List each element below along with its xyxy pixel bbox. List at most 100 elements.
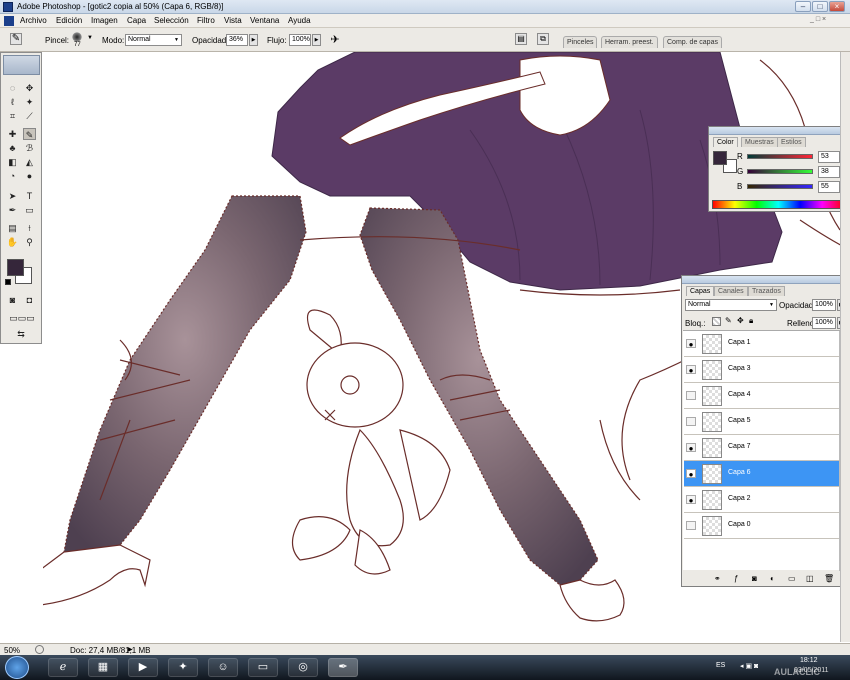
color-fg-swatch[interactable] xyxy=(713,151,727,165)
opacity-slider-button[interactable]: ▶ xyxy=(249,34,258,46)
layer-thumbnail[interactable] xyxy=(702,360,722,380)
type-tool-icon[interactable]: T xyxy=(23,190,36,202)
menu-edicion[interactable]: Edición xyxy=(56,16,82,25)
minimize-button[interactable]: – xyxy=(795,1,811,12)
r-input[interactable]: 53 xyxy=(818,151,840,163)
layer-visibility-eye-icon[interactable] xyxy=(686,521,696,530)
tab-pinceles[interactable]: Pinceles xyxy=(563,36,598,48)
layer-row[interactable]: ● Capa 1 xyxy=(684,331,839,357)
tab-trazados[interactable]: Trazados xyxy=(748,286,785,296)
menu-archivo[interactable]: Archivo xyxy=(20,16,47,25)
flow-input[interactable]: 100% xyxy=(289,34,311,46)
language-indicator[interactable]: ES xyxy=(716,662,725,669)
layer-row[interactable]: ● Capa 7 xyxy=(684,435,839,461)
eraser-tool-icon[interactable]: ◧ xyxy=(6,156,19,168)
r-slider[interactable] xyxy=(747,154,813,159)
new-group-icon[interactable]: ▭ xyxy=(788,574,796,583)
foreground-color-swatch[interactable] xyxy=(7,259,24,276)
pen-tool-icon[interactable]: ✒ xyxy=(6,204,19,216)
adjustment-layer-icon[interactable]: ◐ xyxy=(770,574,775,583)
status-arrow-icon[interactable] xyxy=(35,645,44,654)
lock-position-icon[interactable]: ✥ xyxy=(737,316,744,325)
start-button-icon[interactable] xyxy=(5,656,29,679)
layer-row[interactable]: Capa 4 xyxy=(684,383,839,409)
menu-filtro[interactable]: Filtro xyxy=(197,16,215,25)
g-slider[interactable] xyxy=(747,169,813,174)
tab-capas[interactable]: Capas xyxy=(686,286,715,296)
menu-imagen[interactable]: Imagen xyxy=(91,16,118,25)
lasso-tool-icon[interactable]: ℓ xyxy=(6,96,19,108)
b-slider[interactable] xyxy=(747,184,813,189)
hand-tool-icon[interactable]: ✋ xyxy=(6,236,19,248)
close-button[interactable]: × xyxy=(829,1,845,12)
clock-time[interactable]: 18:12 xyxy=(800,657,818,664)
layer-opacity-input[interactable]: 100% xyxy=(812,299,836,311)
crop-tool-icon[interactable]: ⌗ xyxy=(6,110,19,122)
layer-thumbnail[interactable] xyxy=(702,516,722,536)
flow-slider-button[interactable]: ▶ xyxy=(312,34,321,46)
g-input[interactable]: 38 xyxy=(818,166,840,178)
layer-thumbnail[interactable] xyxy=(702,438,722,458)
lock-transparency-icon[interactable] xyxy=(712,317,721,326)
palette-well-icon[interactable]: ⧉ xyxy=(537,33,549,45)
new-layer-icon[interactable]: ◫ xyxy=(806,574,814,583)
blur-tool-icon[interactable]: ◔ xyxy=(6,170,19,182)
status-menu-icon[interactable]: ▶ xyxy=(128,646,133,653)
tab-estilos[interactable]: Estilos xyxy=(777,137,806,147)
menu-seleccion[interactable]: Selección xyxy=(154,16,189,25)
document-icon[interactable] xyxy=(4,16,14,26)
eyedropper-icon[interactable]: ⟊ xyxy=(23,222,36,234)
messenger-icon[interactable]: ☺ xyxy=(208,658,238,677)
magic-wand-icon[interactable]: ✦ xyxy=(23,96,36,108)
layer-thumbnail[interactable] xyxy=(702,412,722,432)
paint-bucket-icon[interactable]: ◭ xyxy=(23,156,36,168)
brush-tool-preset-icon[interactable]: ✎ xyxy=(10,33,22,45)
shape-tool-icon[interactable]: ▭ xyxy=(23,204,36,216)
layer-visibility-eye-icon[interactable] xyxy=(686,417,696,426)
layer-visibility-eye-icon[interactable]: ● xyxy=(686,495,696,505)
tab-color[interactable]: Color xyxy=(713,137,738,147)
vertical-scrollbar[interactable] xyxy=(840,52,850,642)
layer-visibility-eye-icon[interactable]: ● xyxy=(686,469,696,479)
layer-thumbnail[interactable] xyxy=(702,334,722,354)
feather-app-icon[interactable]: ✒ xyxy=(328,658,358,677)
delete-layer-icon[interactable]: 🗑︎ xyxy=(824,574,834,583)
layer-visibility-eye-icon[interactable]: ● xyxy=(686,443,696,453)
internet-explorer-icon[interactable]: ℯ xyxy=(48,658,78,677)
move-tool-icon[interactable]: ✥ xyxy=(23,82,36,94)
slice-tool-icon[interactable]: ⟋ xyxy=(23,110,36,122)
media-player-icon[interactable]: ▶ xyxy=(128,658,158,677)
notes-tool-icon[interactable]: ▤ xyxy=(6,222,19,234)
photoshop-taskbar-icon[interactable]: ✦ xyxy=(168,658,198,677)
marquee-tool-icon[interactable]: ◌ xyxy=(6,82,19,94)
layer-row[interactable]: Capa 0 xyxy=(684,513,839,539)
layer-mask-icon[interactable]: ◙ xyxy=(752,574,757,583)
chevron-down-icon[interactable]: ▼ xyxy=(87,35,93,41)
chrome-icon[interactable]: ◎ xyxy=(288,658,318,677)
doc-window-controls[interactable]: _ □ × xyxy=(810,16,846,26)
b-input[interactable]: 55 xyxy=(818,181,840,193)
standard-mode-icon[interactable]: ◙ xyxy=(6,294,19,306)
menu-vista[interactable]: Vista xyxy=(224,16,242,25)
link-layers-icon[interactable]: ⚭ xyxy=(714,574,721,583)
tray-icons[interactable]: ◂ ▣ ◙ xyxy=(740,662,758,670)
tab-canales[interactable]: Canales xyxy=(714,286,748,296)
menu-ventana[interactable]: Ventana xyxy=(250,16,279,25)
quick-mask-icon[interactable]: ◘ xyxy=(23,294,36,306)
zoom-level[interactable]: 50% xyxy=(4,646,20,655)
layer-visibility-eye-icon[interactable]: ● xyxy=(686,339,696,349)
fill-input[interactable]: 100% xyxy=(812,317,836,329)
screenshot-app-icon[interactable]: ▭ xyxy=(248,658,278,677)
brush-preview-icon[interactable] xyxy=(72,32,82,42)
history-brush-icon[interactable]: ℬ xyxy=(23,142,36,154)
layer-style-icon[interactable]: ƒ xyxy=(734,574,738,583)
healing-brush-icon[interactable]: ✚ xyxy=(6,128,19,140)
layer-row[interactable]: ● Capa 2 xyxy=(684,487,839,513)
lock-pixels-icon[interactable]: ✎ xyxy=(725,316,732,325)
layer-thumbnail[interactable] xyxy=(702,490,722,510)
lock-all-icon[interactable]: 🔒︎ xyxy=(749,316,753,326)
airbrush-icon[interactable]: ✈ xyxy=(328,33,342,47)
imageready-icon[interactable]: ⇆ xyxy=(6,328,36,340)
layer-thumbnail[interactable] xyxy=(702,464,722,484)
menu-ayuda[interactable]: Ayuda xyxy=(288,16,311,25)
